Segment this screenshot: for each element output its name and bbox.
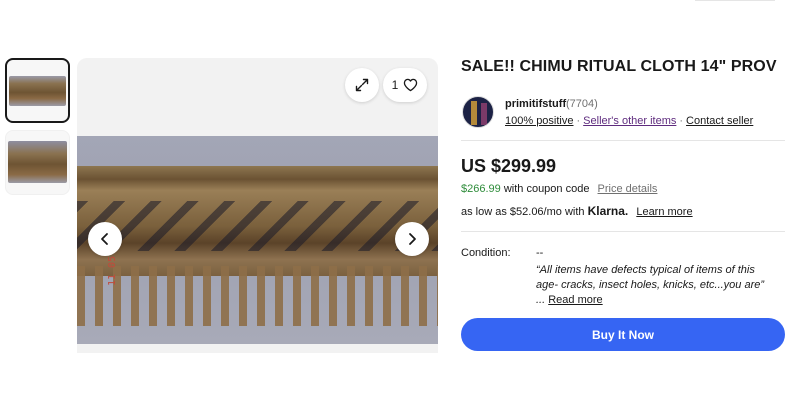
seller-avatar[interactable] xyxy=(462,96,494,128)
condition-label: Condition: xyxy=(461,247,511,259)
positive-feedback-link[interactable]: 100% positive xyxy=(505,115,574,127)
next-image-button[interactable] xyxy=(395,222,429,256)
thumbnail-2[interactable] xyxy=(5,130,70,195)
thumbnail-image xyxy=(9,76,66,106)
condition-value: -- xyxy=(536,247,544,259)
main-photo[interactable]: 11 05 2022 xyxy=(77,136,438,344)
heart-icon xyxy=(404,78,418,92)
coupon-price: $266.99 xyxy=(461,183,501,195)
main-image-panel: 11 05 2022 1 xyxy=(77,58,438,353)
coupon-line: $266.99 with coupon code Price details xyxy=(461,183,657,195)
seller-links: 100% positive · Seller's other items · Conta… xyxy=(505,115,754,127)
divider xyxy=(461,140,785,141)
expand-button[interactable] xyxy=(345,68,379,102)
chevron-left-icon xyxy=(101,233,108,245)
contact-seller-link[interactable]: Contact seller xyxy=(686,115,753,127)
buy-it-now-button[interactable]: Buy It Now xyxy=(461,318,785,351)
klarna-prefix: as low as $52.06/mo with xyxy=(461,206,585,218)
coupon-text: with coupon code xyxy=(503,183,590,195)
thumbnail-image xyxy=(8,141,67,183)
klarna-line: as low as $52.06/mo with Klarna. Learn m… xyxy=(461,204,693,218)
previous-image-button[interactable] xyxy=(88,222,122,256)
divider xyxy=(461,231,785,232)
watch-button[interactable]: 1 xyxy=(383,68,427,102)
price: US $299.99 xyxy=(461,156,557,176)
header-divider xyxy=(695,0,775,1)
thumbnail-1[interactable] xyxy=(5,58,70,123)
expand-icon xyxy=(355,78,369,92)
price-details-link[interactable]: Price details xyxy=(598,183,658,195)
textile-pattern xyxy=(77,201,438,251)
condition-quote: “All items have defects typical of items… xyxy=(536,264,765,291)
read-more-link[interactable]: Read more xyxy=(548,294,602,306)
klarna-logo: Klarna. xyxy=(587,204,629,218)
condition-description: “All items have defects typical of items… xyxy=(536,264,765,306)
textile-fringe xyxy=(77,266,438,326)
listing-title: SALE!! CHIMU RITUAL CLOTH 14" PROV xyxy=(461,58,777,75)
seller-card: primitifstuff (7704) 100% positive · Selle… xyxy=(461,94,791,132)
watch-count: 1 xyxy=(391,78,399,92)
klarna-learn-more-link[interactable]: Learn more xyxy=(636,206,692,218)
seller-name-link[interactable]: primitifstuff xyxy=(505,98,566,110)
seller-feedback-count: (7704) xyxy=(566,98,598,110)
seller-other-items-link[interactable]: Seller's other items xyxy=(583,115,676,127)
chevron-right-icon xyxy=(409,233,416,245)
